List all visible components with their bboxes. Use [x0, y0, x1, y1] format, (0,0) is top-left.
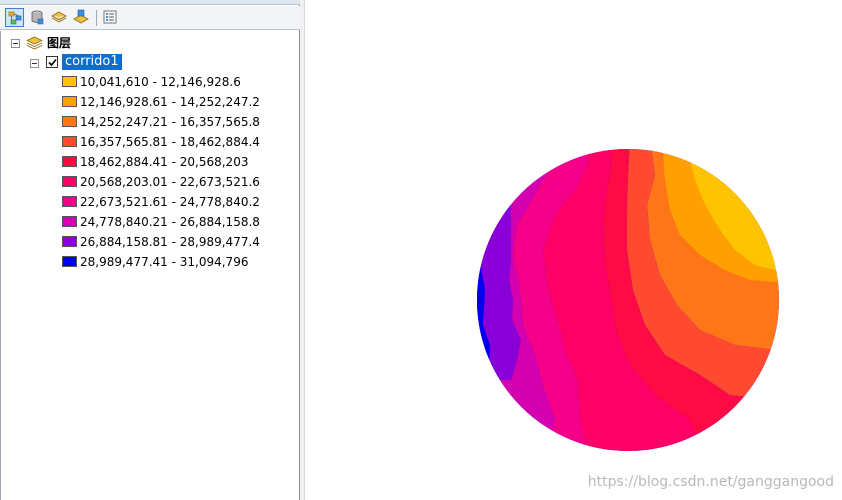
layers-icon [26, 36, 43, 50]
legend-range-label: 22,673,521.61 - 24,778,840.2 [80, 195, 260, 209]
legend-color-swatch[interactable] [62, 96, 77, 107]
toolbar-separator [96, 10, 97, 26]
legend-color-swatch[interactable] [62, 176, 77, 187]
layer-collapse-toggle[interactable] [30, 59, 39, 68]
legend-range-label: 20,568,203.01 - 22,673,521.6 [80, 175, 260, 189]
toc-toolbar [0, 6, 300, 30]
list-by-drawing-order-button[interactable] [5, 8, 24, 27]
database-icon [31, 10, 44, 25]
legend-range-label: 24,778,840.21 - 26,884,158.8 [80, 215, 260, 229]
root-layers-label: 图层 [47, 36, 72, 50]
layers-visibility-icon [51, 11, 67, 23]
root-collapse-toggle[interactable] [11, 39, 20, 48]
contour-map-disk [477, 149, 779, 451]
legend-range-label: 26,884,158.81 - 28,989,477.4 [80, 235, 260, 249]
checkmark-icon [48, 58, 57, 67]
list-by-source-button[interactable] [28, 8, 47, 27]
options-list-icon [103, 10, 117, 24]
legend-color-swatch[interactable] [62, 256, 77, 267]
table-of-contents-panel: 图层 corrido1 10,041,610 - 12,146,928.6 12,… [0, 0, 300, 500]
list-by-visibility-button[interactable] [50, 8, 69, 27]
layer-visibility-checkbox[interactable] [46, 56, 58, 68]
legend-range-label: 18,462,884.41 - 20,568,203 [80, 155, 249, 169]
legend-color-swatch[interactable] [62, 156, 77, 167]
options-button[interactable] [101, 8, 120, 27]
layer-name[interactable]: corrido1 [62, 54, 122, 70]
drawing-order-icon [8, 11, 22, 25]
legend-range-label: 12,146,928.61 - 14,252,247.2 [80, 95, 260, 109]
legend-color-swatch[interactable] [62, 116, 77, 127]
legend-color-swatch[interactable] [62, 196, 77, 207]
layer-tree: 图层 corrido1 10,041,610 - 12,146,928.6 12,… [0, 31, 299, 500]
legend-color-swatch[interactable] [62, 136, 77, 147]
legend-range-label: 14,252,247.21 - 16,357,565.8 [80, 115, 260, 129]
legend-range-label: 10,041,610 - 12,146,928.6 [80, 75, 241, 89]
map-view[interactable]: https://blog.csdn.net/ganggangood [305, 0, 842, 500]
legend-range-label: 16,357,565.81 - 18,462,884.4 [80, 135, 260, 149]
legend-range-label: 28,989,477.41 - 31,094,796 [80, 255, 249, 269]
list-by-selection-button[interactable] [72, 8, 91, 27]
map-canvas[interactable] [305, 0, 842, 500]
legend-color-swatch[interactable] [62, 76, 77, 87]
legend-color-swatch[interactable] [62, 236, 77, 247]
panel-title-strip [0, 0, 300, 5]
watermark-text: https://blog.csdn.net/ganggangood [587, 474, 834, 490]
legend-color-swatch[interactable] [62, 216, 77, 227]
layer-selection-icon [73, 9, 89, 24]
